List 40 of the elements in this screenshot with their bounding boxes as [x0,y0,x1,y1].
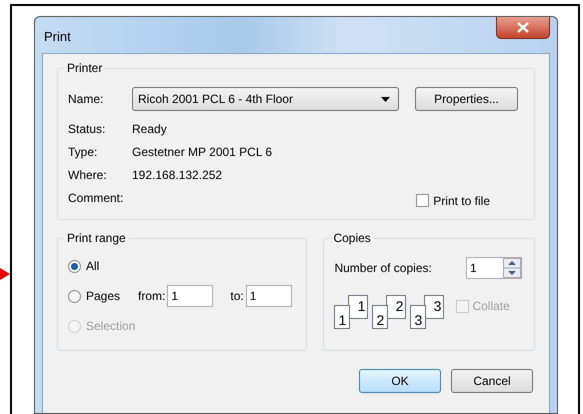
printer-dropdown[interactable]: Ricoh 2001 PCL 6 - 4th Floor [132,87,399,111]
radio-label: Pages [86,288,120,305]
field-value: Ready [132,120,167,138]
ok-button[interactable]: OK [359,369,441,393]
page-sheet: 3 [410,305,426,329]
field-label: Number of copies: [334,260,432,277]
checkbox[interactable] [416,194,430,207]
page-sheet: 2 [386,295,406,319]
page-sheet: 2 [372,305,388,329]
checkbox-label: Collate [472,298,510,315]
page-sheet: 1 [348,295,368,319]
copies-spinner[interactable]: 1 [466,257,522,279]
close-button[interactable] [496,17,550,39]
close-icon [517,22,529,33]
page-to-field[interactable]: 1 [246,285,292,307]
group-label: Copies [330,231,374,246]
field-label: to: [230,288,244,305]
field-value: 192.168.132.252 [132,166,222,184]
field-label: Type: [68,144,98,160]
window-title: Print [44,28,71,46]
field-label: Name: [68,91,104,108]
page-sheet: 1 [334,305,350,329]
radio-label: Selection [86,318,136,335]
page-sheet: 3 [424,295,444,319]
caret-icon [381,96,390,102]
checkbox-label: Print to file [433,192,490,210]
radio-button[interactable] [68,260,81,272]
arrow-icon [0,268,10,280]
group-label: Print range [64,231,129,246]
page-from-field[interactable]: 1 [167,285,214,307]
field-value: Gestetner MP 2001 PCL 6 [132,144,272,160]
radio-label: All [86,258,100,275]
spin-arrows-icon[interactable] [503,258,521,278]
cancel-button[interactable]: Cancel [451,369,533,393]
radio-button[interactable] [68,290,81,302]
field-label: Status: [68,120,106,138]
properties-button[interactable]: Properties... [415,87,518,111]
field-label: Where: [68,166,108,184]
field-label: from: [138,288,166,305]
field-label: Comment: [68,190,124,206]
